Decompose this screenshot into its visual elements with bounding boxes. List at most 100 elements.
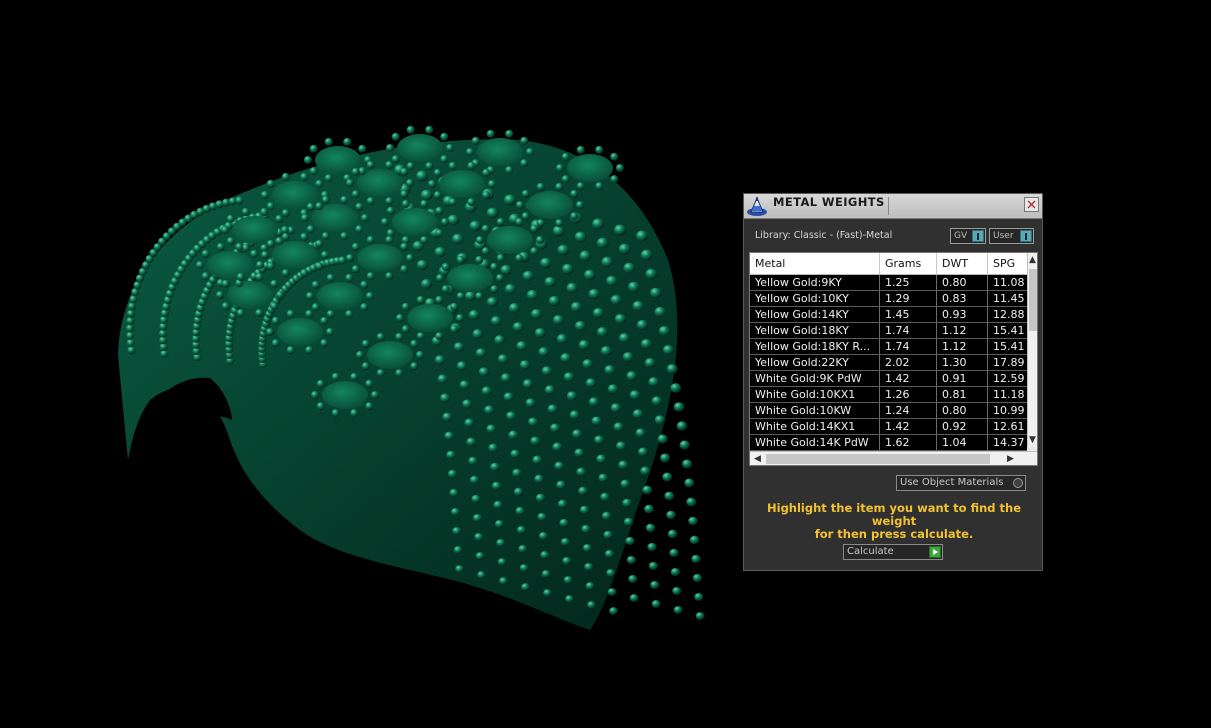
bead bbox=[513, 487, 524, 497]
cell-metal: Yellow Gold:14KY bbox=[750, 307, 880, 322]
column-header-metal[interactable]: Metal bbox=[750, 253, 880, 274]
horizontal-scrollbar[interactable]: ◀ ▶ bbox=[750, 451, 1037, 465]
table-row[interactable]: Yellow Gold:18KY 1.74 1.12 15.41 bbox=[750, 323, 1027, 339]
bead bbox=[510, 449, 521, 459]
column-header-grams[interactable]: Grams bbox=[880, 253, 937, 274]
bead bbox=[435, 229, 444, 238]
setting-pad bbox=[407, 304, 453, 332]
bead bbox=[536, 182, 545, 191]
bead bbox=[493, 500, 503, 510]
bead bbox=[320, 339, 329, 348]
bead bbox=[644, 358, 656, 368]
column-header-dwt[interactable]: DWT bbox=[937, 253, 988, 274]
table-row[interactable]: Yellow Gold:9KY 1.25 0.80 11.08 bbox=[750, 275, 1027, 291]
bead bbox=[226, 237, 235, 246]
table-row[interactable]: Yellow Gold:22KY 2.02 1.30 17.89 bbox=[750, 355, 1027, 371]
bead bbox=[482, 168, 491, 177]
table-row[interactable]: Yellow Gold:14KY 1.45 0.93 12.88 bbox=[750, 307, 1027, 323]
bead bbox=[516, 525, 526, 535]
bead bbox=[420, 199, 429, 208]
bead bbox=[588, 288, 600, 300]
scroll-left-icon[interactable]: ◀ bbox=[754, 454, 761, 464]
ring-3d-model[interactable] bbox=[118, 125, 705, 630]
bead bbox=[535, 493, 546, 503]
table-row[interactable]: White Gold:14K PdW 1.62 1.04 14.37 bbox=[750, 435, 1027, 451]
bead bbox=[366, 197, 375, 206]
cell-grams: 1.45 bbox=[880, 307, 937, 322]
table-row[interactable]: Yellow Gold:18KY R... 1.74 1.12 15.41 bbox=[750, 339, 1027, 355]
bead bbox=[616, 441, 627, 451]
vertical-scrollbar[interactable]: ▲ ▼ bbox=[1027, 253, 1037, 447]
radio-icon[interactable] bbox=[1013, 478, 1023, 488]
bead bbox=[610, 294, 622, 306]
bead bbox=[306, 225, 315, 234]
bead bbox=[561, 152, 570, 161]
bead bbox=[576, 467, 587, 477]
metal-weights-table[interactable]: Metal Grams DWT SPG Yellow Gold:9KY 1.25 0… bbox=[749, 252, 1038, 466]
bead bbox=[346, 254, 354, 262]
bead bbox=[484, 405, 495, 415]
horizontal-scroll-thumb[interactable] bbox=[766, 454, 990, 464]
bead bbox=[600, 492, 610, 502]
bead bbox=[626, 555, 636, 565]
scroll-up-icon[interactable]: ▲ bbox=[1029, 255, 1036, 265]
bead bbox=[632, 409, 644, 419]
bead bbox=[355, 202, 364, 211]
bead bbox=[316, 379, 325, 388]
bead bbox=[320, 316, 329, 325]
bead bbox=[695, 612, 705, 620]
bead bbox=[560, 353, 572, 363]
use-object-materials-option[interactable]: Use Object Materials bbox=[896, 475, 1026, 491]
bead bbox=[286, 309, 295, 318]
scroll-right-icon[interactable]: ▶ bbox=[1007, 454, 1014, 464]
bead bbox=[686, 497, 697, 507]
bead bbox=[574, 320, 586, 332]
bead bbox=[435, 206, 444, 215]
user-toggle[interactable]: User bbox=[989, 228, 1034, 244]
table-row[interactable]: White Gold:10KX1 1.26 0.81 11.18 bbox=[750, 387, 1027, 403]
instruction-text: Highlight the item you want to find the … bbox=[754, 502, 1034, 541]
bead bbox=[326, 273, 335, 282]
bead bbox=[579, 250, 592, 262]
vertical-scroll-thumb[interactable] bbox=[1029, 269, 1037, 331]
bead bbox=[585, 378, 597, 388]
bead bbox=[494, 335, 506, 345]
setting-pad bbox=[439, 170, 485, 198]
scroll-down-icon[interactable]: ▼ bbox=[1029, 435, 1036, 445]
bead bbox=[444, 431, 455, 441]
setting-pad bbox=[527, 191, 573, 219]
bead bbox=[662, 472, 673, 482]
gv-toggle[interactable]: GV bbox=[950, 228, 986, 244]
bead bbox=[386, 144, 394, 152]
bead bbox=[560, 537, 570, 547]
panel-titlebar[interactable]: METAL WEIGHTS bbox=[744, 194, 1042, 219]
bead bbox=[221, 226, 229, 234]
bead bbox=[481, 247, 490, 256]
bead bbox=[544, 385, 556, 395]
close-button[interactable] bbox=[1024, 197, 1039, 212]
table-row[interactable]: White Gold:10KW 1.24 0.80 10.99 bbox=[750, 403, 1027, 419]
bead bbox=[456, 255, 465, 264]
bead bbox=[391, 132, 400, 141]
cell-grams: 2.02 bbox=[880, 355, 937, 370]
table-row[interactable]: White Gold:9K PdW 1.42 0.91 12.59 bbox=[750, 371, 1027, 387]
bead bbox=[640, 249, 653, 261]
calculate-button[interactable]: Calculate bbox=[843, 544, 943, 560]
bead bbox=[462, 399, 473, 409]
cell-dwt: 1.30 bbox=[937, 355, 988, 370]
bead bbox=[522, 270, 534, 282]
bead bbox=[446, 450, 456, 460]
table-row[interactable]: Yellow Gold:10KY 1.29 0.83 11.45 bbox=[750, 291, 1027, 307]
table-row[interactable]: White Gold:14KX1 1.42 0.92 12.61 bbox=[750, 419, 1027, 435]
cell-metal: Yellow Gold:18KY bbox=[750, 323, 880, 338]
bead bbox=[300, 269, 309, 278]
bead bbox=[512, 322, 524, 332]
bead bbox=[452, 233, 464, 245]
gv-toggle-knob bbox=[972, 230, 984, 242]
setting-pad bbox=[447, 264, 493, 292]
bead bbox=[475, 255, 484, 264]
bead bbox=[281, 232, 290, 241]
bead bbox=[576, 201, 584, 209]
bead bbox=[657, 434, 668, 444]
bead bbox=[515, 506, 525, 516]
